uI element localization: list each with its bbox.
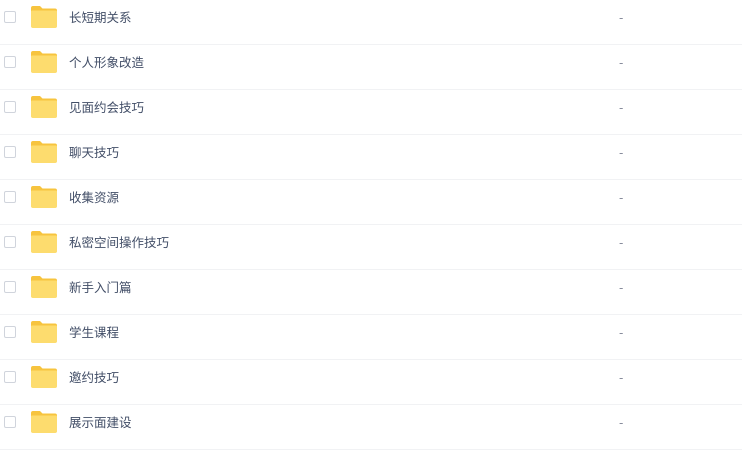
folder-name[interactable]: 学生课程 bbox=[69, 325, 119, 341]
list-item[interactable]: 展示面建设 - bbox=[0, 405, 742, 450]
folder-size: - bbox=[619, 371, 624, 385]
row-checkbox[interactable] bbox=[4, 11, 16, 23]
folder-name[interactable]: 私密空间操作技巧 bbox=[69, 235, 169, 251]
folder-icon bbox=[31, 96, 57, 118]
folder-size: - bbox=[619, 281, 624, 295]
list-item[interactable]: 个人形象改造 - bbox=[0, 45, 742, 90]
folder-size: - bbox=[619, 56, 624, 70]
folder-size: - bbox=[619, 326, 624, 340]
folder-size: - bbox=[619, 416, 624, 430]
row-checkbox[interactable] bbox=[4, 146, 16, 158]
folder-name[interactable]: 见面约会技巧 bbox=[69, 100, 144, 116]
folder-icon bbox=[31, 51, 57, 73]
folder-size: - bbox=[619, 236, 624, 250]
folder-icon bbox=[31, 6, 57, 28]
folder-size: - bbox=[619, 101, 624, 115]
row-checkbox[interactable] bbox=[4, 56, 16, 68]
folder-name[interactable]: 收集资源 bbox=[69, 190, 119, 206]
folder-name[interactable]: 展示面建设 bbox=[69, 415, 132, 431]
list-item[interactable]: 新手入门篇 - bbox=[0, 270, 742, 315]
folder-icon bbox=[31, 231, 57, 253]
list-item[interactable]: 长短期关系 - bbox=[0, 0, 742, 45]
folder-size: - bbox=[619, 191, 624, 205]
folder-icon bbox=[31, 141, 57, 163]
row-checkbox[interactable] bbox=[4, 416, 16, 428]
folder-name[interactable]: 聊天技巧 bbox=[69, 145, 119, 161]
folder-name[interactable]: 邀约技巧 bbox=[69, 370, 119, 386]
list-item[interactable]: 学生课程 - bbox=[0, 315, 742, 360]
list-item[interactable]: 收集资源 - bbox=[0, 180, 742, 225]
list-item[interactable]: 聊天技巧 - bbox=[0, 135, 742, 180]
row-checkbox[interactable] bbox=[4, 371, 16, 383]
list-item[interactable]: 邀约技巧 - bbox=[0, 360, 742, 405]
list-item[interactable]: 私密空间操作技巧 - bbox=[0, 225, 742, 270]
folder-icon bbox=[31, 276, 57, 298]
file-list: 长短期关系 - 个人形象改造 - 见面约会技巧 - 聊天技巧 - 收集资源 - … bbox=[0, 0, 742, 450]
folder-name[interactable]: 个人形象改造 bbox=[69, 55, 144, 71]
folder-icon bbox=[31, 366, 57, 388]
row-checkbox[interactable] bbox=[4, 281, 16, 293]
list-item[interactable]: 见面约会技巧 - bbox=[0, 90, 742, 135]
folder-name[interactable]: 新手入门篇 bbox=[69, 280, 132, 296]
folder-size: - bbox=[619, 146, 624, 160]
folder-icon bbox=[31, 186, 57, 208]
folder-size: - bbox=[619, 11, 624, 25]
folder-icon bbox=[31, 321, 57, 343]
folder-icon bbox=[31, 411, 57, 433]
row-checkbox[interactable] bbox=[4, 191, 16, 203]
row-checkbox[interactable] bbox=[4, 236, 16, 248]
folder-name[interactable]: 长短期关系 bbox=[69, 10, 132, 26]
row-checkbox[interactable] bbox=[4, 326, 16, 338]
row-checkbox[interactable] bbox=[4, 101, 16, 113]
